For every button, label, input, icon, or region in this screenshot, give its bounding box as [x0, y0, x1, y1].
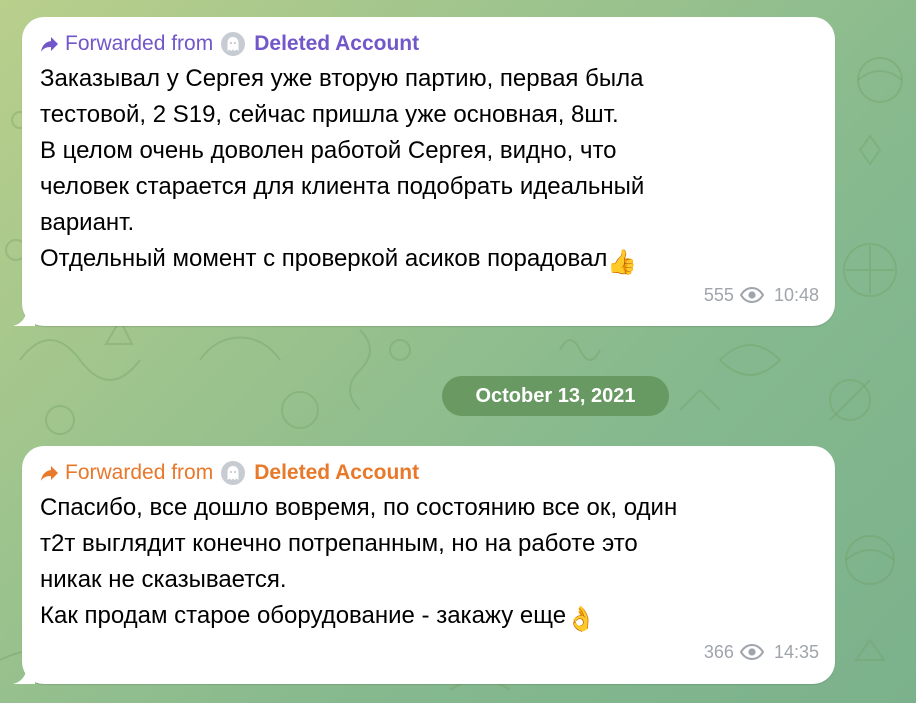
bubble-tail — [13, 662, 35, 684]
ghost-icon[interactable] — [221, 461, 246, 485]
date-separator-label: October 13, 2021 — [475, 384, 636, 407]
eye-icon — [739, 644, 764, 660]
forward-sender-name[interactable]: Deleted Account — [254, 460, 419, 486]
message-time: 14:35 — [773, 641, 819, 662]
forward-sender-name[interactable]: Deleted Account — [254, 31, 419, 57]
share-arrow-icon — [41, 37, 58, 52]
date-separator: October 13, 2021 — [442, 376, 669, 416]
bubble-tail — [13, 304, 35, 326]
ghost-icon[interactable] — [221, 32, 246, 56]
ok-hand-icon: 👌 — [566, 606, 596, 633]
view-count: 555 — [703, 284, 734, 305]
message-meta: 366 14:35 — [40, 640, 819, 664]
view-count: 366 — [703, 641, 734, 662]
forward-prefix: Forwarded from — [65, 32, 214, 55]
forward-header[interactable]: Forwarded from Deleted Account — [40, 31, 819, 57]
message-time: 10:48 — [773, 284, 819, 305]
message-meta: 555 10:48 — [40, 283, 819, 307]
forward-prefix: Forwarded from — [65, 461, 214, 484]
message-body: Заказывал у Сергея уже вторую партию, пе… — [40, 65, 645, 272]
share-arrow-icon — [41, 466, 58, 481]
eye-icon — [739, 287, 764, 303]
message-bubble[interactable]: Forwarded from Deleted Account Спасибо, … — [13, 446, 835, 684]
message-text: Заказывал у Сергея уже вторую партию, пе… — [40, 61, 819, 281]
message-bubble[interactable]: Forwarded from Deleted Account Заказывал… — [13, 17, 835, 326]
thumbs-up-icon: 👍 — [607, 249, 638, 276]
forward-header[interactable]: Forwarded from Deleted Account — [40, 460, 819, 486]
message-text: Спасибо, все дошло вовремя, по состоянию… — [40, 490, 819, 638]
